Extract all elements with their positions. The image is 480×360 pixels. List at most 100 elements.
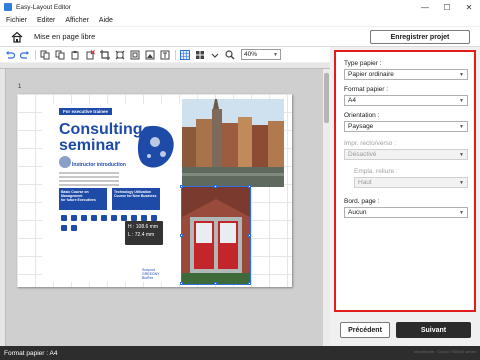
brochure-headline: Consulting seminar	[59, 122, 143, 154]
paper-format-setting: Format papier : A4 ▼	[344, 86, 468, 106]
city-photo[interactable]	[182, 99, 284, 187]
delete-icon[interactable]	[84, 49, 96, 61]
layout-grid-icon[interactable]	[194, 49, 206, 61]
crop-icon[interactable]	[99, 49, 111, 61]
page-border-label: Bord. page :	[344, 198, 380, 205]
resize-handle[interactable]	[214, 282, 217, 285]
resize-handle[interactable]	[248, 282, 251, 285]
chevron-down-icon: ▼	[459, 180, 464, 186]
paper-type-setting: Type papier : Papier ordinaire ▼	[344, 60, 468, 80]
menu-help[interactable]: Aide	[99, 17, 113, 24]
next-button[interactable]: Suivant	[396, 322, 471, 338]
resize-handle[interactable]	[180, 234, 183, 237]
course-box-1-title: Basic Course on Management	[61, 190, 89, 198]
headline-line1: Consulting	[59, 121, 143, 138]
home-icon[interactable]	[10, 30, 24, 44]
menu-bar: Fichier Editer Afficher Aide	[0, 14, 480, 26]
body-text-lines	[59, 172, 119, 188]
rotate-icon[interactable]	[114, 49, 126, 61]
duplex-value: Désactivé	[348, 151, 377, 158]
fit-icon[interactable]	[129, 49, 141, 61]
sponsor-logos: Sunpost GREEONY BioRex	[142, 268, 182, 280]
resize-handle[interactable]	[214, 185, 217, 188]
paper-format-value: A4	[348, 97, 356, 104]
resize-handle[interactable]	[248, 234, 251, 237]
chevron-down-icon: ▼	[459, 124, 464, 130]
duplex-setting: Impr. recto/verso : Désactivé ▼	[344, 140, 468, 160]
status-bar: Format papier : A4 Imprimante : Canon TS…	[0, 346, 480, 360]
instructor-heading: Instructor introduction	[72, 162, 126, 168]
vertical-scrollbar[interactable]	[323, 69, 330, 346]
ruler-vertical	[0, 69, 6, 346]
page-border-select[interactable]: Aucun ▼	[344, 207, 468, 218]
toolbar-divider	[175, 49, 176, 60]
status-text: Format papier : A4	[4, 349, 58, 357]
paste-icon[interactable]	[69, 49, 81, 61]
text-icon[interactable]	[159, 49, 171, 61]
resize-handle[interactable]	[180, 282, 183, 285]
window-controls: — ☐ ✕	[414, 0, 480, 14]
duplex-select: Désactivé ▼	[344, 149, 468, 160]
save-project-button[interactable]: Enregistrer projet	[370, 30, 470, 44]
settings-panel: Type papier : Papier ordinaire ▼ Format …	[330, 47, 480, 346]
toolbar-divider	[35, 49, 36, 60]
copy-icon[interactable]	[54, 49, 66, 61]
scrollbar-thumb[interactable]	[324, 73, 329, 123]
redo-icon[interactable]	[19, 49, 31, 61]
ruler-horizontal	[0, 63, 330, 69]
app-icon	[4, 3, 12, 11]
close-button[interactable]: ✕	[458, 0, 480, 14]
resize-handle[interactable]	[180, 185, 183, 188]
orientation-setting: Orientation : Paysage ▼	[344, 112, 468, 132]
orientation-value: Paysage	[348, 123, 374, 130]
window-title: Easy-Layout Editor	[16, 3, 71, 11]
tooltip-width: L : 72.4 mm	[128, 232, 155, 238]
orientation-select[interactable]: Paysage ▼	[344, 121, 468, 132]
brochure-tag: For executive trainee	[59, 108, 113, 115]
paper-type-value: Papier ordinaire	[348, 71, 394, 78]
zoom-value: 40%	[244, 51, 258, 58]
chevron-down-icon[interactable]	[209, 49, 221, 61]
course-box-2: Technology Utilization Course for New Bu…	[112, 188, 160, 210]
chevron-down-icon: ▼	[459, 210, 464, 216]
binding-value: Haut	[358, 179, 372, 186]
grid-icon[interactable]	[179, 49, 191, 61]
paper-type-select[interactable]: Papier ordinaire ▼	[344, 69, 468, 80]
paper-format-select[interactable]: A4 ▼	[344, 95, 468, 106]
decorative-shape	[137, 125, 174, 168]
paper-format-label: Format papier :	[344, 86, 389, 93]
menu-file[interactable]: Fichier	[6, 17, 27, 24]
image-icon[interactable]	[144, 49, 156, 61]
layout-mode-label: Mise en page libre	[34, 32, 96, 41]
zoom-icon[interactable]	[224, 49, 236, 61]
brochure-panel[interactable]: For executive trainee Consulting seminar…	[42, 104, 182, 282]
page-border-setting: Bord. page : Aucun ▼	[344, 198, 468, 218]
chevron-down-icon: ▼	[459, 98, 464, 104]
chevron-down-icon: ▼	[459, 72, 464, 78]
minimize-button[interactable]: —	[414, 0, 436, 14]
page-sheet[interactable]: For executive trainee Consulting seminar…	[17, 94, 292, 287]
page-border-value: Aucun	[348, 209, 367, 216]
tooltip-height: H : 108.6 mm	[128, 224, 159, 230]
logo-biorex: BioRex	[142, 276, 154, 280]
door-photo[interactable]	[181, 186, 251, 285]
navigation-buttons: Précédent Suivant	[330, 319, 480, 339]
menu-edit[interactable]: Editer	[37, 17, 55, 24]
page-number: 1	[18, 84, 22, 90]
menu-view[interactable]: Afficher	[65, 17, 89, 24]
duplex-label: Impr. recto/verso :	[344, 140, 397, 147]
course-box-1: Basic Course on Management for future Ex…	[59, 188, 107, 210]
previous-button[interactable]: Précédent	[340, 322, 390, 338]
maximize-button[interactable]: ☐	[436, 0, 458, 14]
resize-handle[interactable]	[248, 185, 251, 188]
undo-icon[interactable]	[4, 49, 16, 61]
zoom-select[interactable]: 40% ▼	[241, 49, 281, 60]
binding-label: Empla. reliure :	[354, 168, 398, 175]
course-box-2-sub: Course for New Business	[114, 194, 157, 198]
top-bar: Mise en page libre Enregistrer projet	[0, 27, 480, 47]
binding-setting: Empla. reliure : Haut ▼	[354, 168, 468, 188]
headline-line2: seminar	[59, 137, 121, 154]
cut-icon[interactable]	[39, 49, 51, 61]
chevron-down-icon: ▼	[273, 52, 278, 58]
title-bar: Easy-Layout Editor — ☐ ✕	[0, 0, 480, 14]
